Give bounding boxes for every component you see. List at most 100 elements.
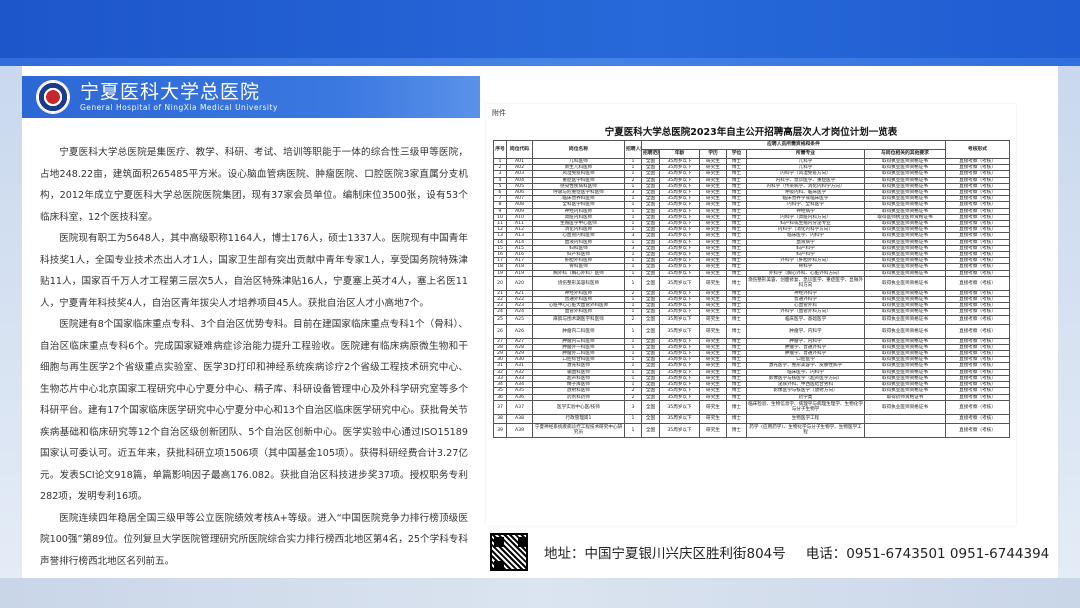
cell-other: [864, 422, 946, 438]
cell-post: 烧伤整形美容科医师: [532, 275, 625, 291]
recruitment-table: 序号 岗位代码 岗位名称 招聘人数 应聘人员所需资格和条件 考核形式 招聘范围 …: [493, 140, 1010, 438]
cell-edu: 研究生: [699, 422, 727, 438]
cell-code: A37: [506, 399, 533, 415]
document-title: 宁夏医科大学总医院2023年自主公开招聘高层次人才岗位计划一览表: [604, 127, 898, 138]
cell-seq: 20: [493, 275, 507, 291]
cell-major: 肿瘤学、内科学: [746, 323, 865, 339]
recruitment-document: 附件 宁夏医科大学总医院2023年自主公开招聘高层次人才岗位计划一览表 序号 岗…: [486, 104, 1016, 526]
cell-degree: 博士: [726, 422, 747, 438]
cell-code: A20: [506, 275, 533, 291]
cell-post: 宁夏神经系统疾病诊疗工程技术研究中心研究员: [532, 422, 625, 438]
left-decor-stripe: [0, 66, 22, 578]
cell-age: 35周岁以下: [659, 323, 700, 339]
cell-age: 35周岁以下: [659, 314, 700, 325]
intro-paragraph: 医院现有职工为5648人，其中高级职称1164人，博士176人，硕士1337人。…: [40, 233, 468, 309]
cell-degree: 博士: [726, 399, 747, 415]
cell-age: 35周岁以下: [659, 275, 700, 291]
cell-code: A39: [506, 422, 533, 438]
cell-count: 2: [624, 314, 642, 325]
cell-scope: 全国: [641, 275, 660, 291]
cell-other: 取得执业医师资格证书: [864, 399, 946, 415]
cell-age: 35周岁以下: [659, 399, 700, 415]
cell-post: 肿瘤内二科医师: [532, 323, 625, 339]
table-row: 39 A39 宁夏神经系统疾病诊疗工程技术研究中心研究员 1 全国 35周岁以下 研究生 博士…: [493, 422, 1010, 438]
cell-scope: 全国: [641, 399, 660, 415]
cell-code: A38: [506, 413, 533, 424]
cell-seq: 25: [493, 314, 507, 325]
cell-code: A25: [506, 314, 533, 325]
cell-edu: 研究生: [699, 399, 727, 415]
cell-major: 药学（应用药学）、生物化学与分子生物学、生物医学工程: [746, 422, 865, 438]
cell-count: 1: [624, 323, 642, 339]
cell-edu: 研究生: [699, 323, 727, 339]
bottom-banner: [0, 578, 1080, 608]
cell-exam: 直接考察（考核）: [945, 413, 1010, 424]
header-other: 与岗位相关的其他要求: [864, 149, 946, 159]
cell-other: [864, 413, 946, 424]
attachment-label: 附件: [492, 109, 506, 117]
phone-text: 电话：0951-6743501 0951-6744394: [805, 546, 1050, 562]
cell-degree: 博士: [726, 314, 747, 325]
cell-code: A26: [506, 323, 533, 339]
cell-exam: 直接考察（考核）: [945, 314, 1010, 325]
table-row: 26 A26 肿瘤内二科医师 1 全国 35周岁以下 研究生 博士 肿瘤学、内科学 取得执业医师资…: [493, 323, 1010, 339]
cell-post: 麻醉与围术期医学科医师: [532, 314, 625, 325]
hospital-name-cn: 宁夏医科大学总医院: [80, 80, 261, 103]
header-edu: 学历: [699, 149, 727, 159]
header-qualifications: 应聘人员所需资格和条件: [641, 140, 946, 150]
cell-major: 临床医学、基础医学: [746, 314, 865, 325]
header-age: 年龄: [659, 149, 700, 159]
cell-post: 医学实验中心医/技师: [532, 399, 625, 415]
cell-major: 烧伤整形美容、创面修复、急诊医学、重症医学、显微外科方向: [746, 275, 865, 291]
cell-scope: 全国: [641, 314, 660, 325]
cell-major: 临床检验、生物信息学、病理学与病理生理学、生物化学与分子生物学: [746, 399, 865, 415]
right-decor-stripe: [1058, 66, 1080, 578]
cell-scope: 全国: [641, 422, 660, 438]
cell-count: 1: [624, 275, 642, 291]
hospital-name-en: General Hospital of NingXia Medical Univ…: [80, 102, 278, 112]
cell-major: 生物医学工程: [746, 413, 865, 424]
header-seq: 序号: [493, 140, 507, 159]
header-count: 招聘人数: [624, 140, 642, 159]
cell-seq: 26: [493, 323, 507, 339]
cell-other: 取得执业医师资格证书: [864, 275, 946, 291]
table-body: 1 A01 儿科医师 1 全国 35周岁以下 研究生 博士 儿科学 取得执业医师资格证书 直接考察（…: [493, 157, 1010, 438]
hospital-emblem-icon: [36, 80, 70, 114]
cell-count: 1: [624, 422, 642, 438]
table-row: 37 A37 医学实验中心医/技师 3 全国 35周岁以下 研究生 博士 临床检验、生物信息学、…: [493, 399, 1010, 415]
header-degree: 学位: [726, 149, 747, 159]
intro-paragraph: 宁夏医科大学总医院是集医疗、教学、科研、考试、培训等职能于一体的综合性三级甲等医…: [40, 147, 468, 223]
cell-edu: 研究生: [699, 314, 727, 325]
cell-post: 行政管理岗1: [532, 413, 625, 424]
header-exam: 考核形式: [945, 140, 1010, 159]
qr-code-icon: [490, 533, 528, 571]
cell-degree: 博士: [726, 323, 747, 339]
cell-seq: 38: [493, 413, 507, 424]
cell-other: 取得执业医师资格证书: [864, 314, 946, 325]
cell-degree: 博士: [726, 275, 747, 291]
contact-footer: 地址：中国宁夏银川兴庆区胜利街804号 电话：0951-6743501 0951…: [486, 531, 1058, 573]
intro-paragraph: 医院连续四年稳居全国三级甲等公立医院绩效考核A+等级。进入“中国医院竞争力排行榜…: [40, 512, 468, 567]
hospital-header: 宁夏医科大学总医院 General Hospital of NingXia Me…: [22, 76, 480, 118]
cell-count: 1: [624, 413, 642, 424]
cell-exam: 直接考察（考核）: [945, 399, 1010, 415]
cell-scope: 全国: [641, 413, 660, 424]
cell-age: 35周岁以下: [659, 413, 700, 424]
address-text: 地址：中国宁夏银川兴庆区胜利街804号: [544, 546, 786, 562]
cell-other: 取得执业医师资格证书: [864, 323, 946, 339]
cell-exam: 直接考察（考核）: [945, 323, 1010, 339]
top-banner: [0, 0, 1080, 66]
cell-count: 3: [624, 399, 642, 415]
cell-degree: 博士: [726, 413, 747, 424]
header-post: 岗位名称: [532, 140, 625, 159]
table-row: 25 A25 麻醉与围术期医学科医师 2 全国 35周岁以下 研究生 博士 临床医学、基础医学取…: [493, 314, 1010, 325]
header-code: 岗位代码: [506, 140, 533, 159]
cell-edu: 研究生: [699, 413, 727, 424]
cell-seq: 37: [493, 399, 507, 415]
cell-age: 35周岁以下: [659, 422, 700, 438]
cell-exam: 直接考察（考核）: [945, 275, 1010, 291]
cell-seq: 39: [493, 422, 507, 438]
hospital-introduction: 宁夏医科大学总医院是集医疗、教学、科研、考试、培训等职能于一体的综合性三级甲等医…: [40, 142, 468, 572]
cell-exam: 直接考察（考核）: [945, 422, 1010, 438]
intro-paragraph: 医院建有8个国家临床重点专科、3个自治区优势专科。目前在建国家临床重点专科1个（…: [40, 319, 468, 502]
